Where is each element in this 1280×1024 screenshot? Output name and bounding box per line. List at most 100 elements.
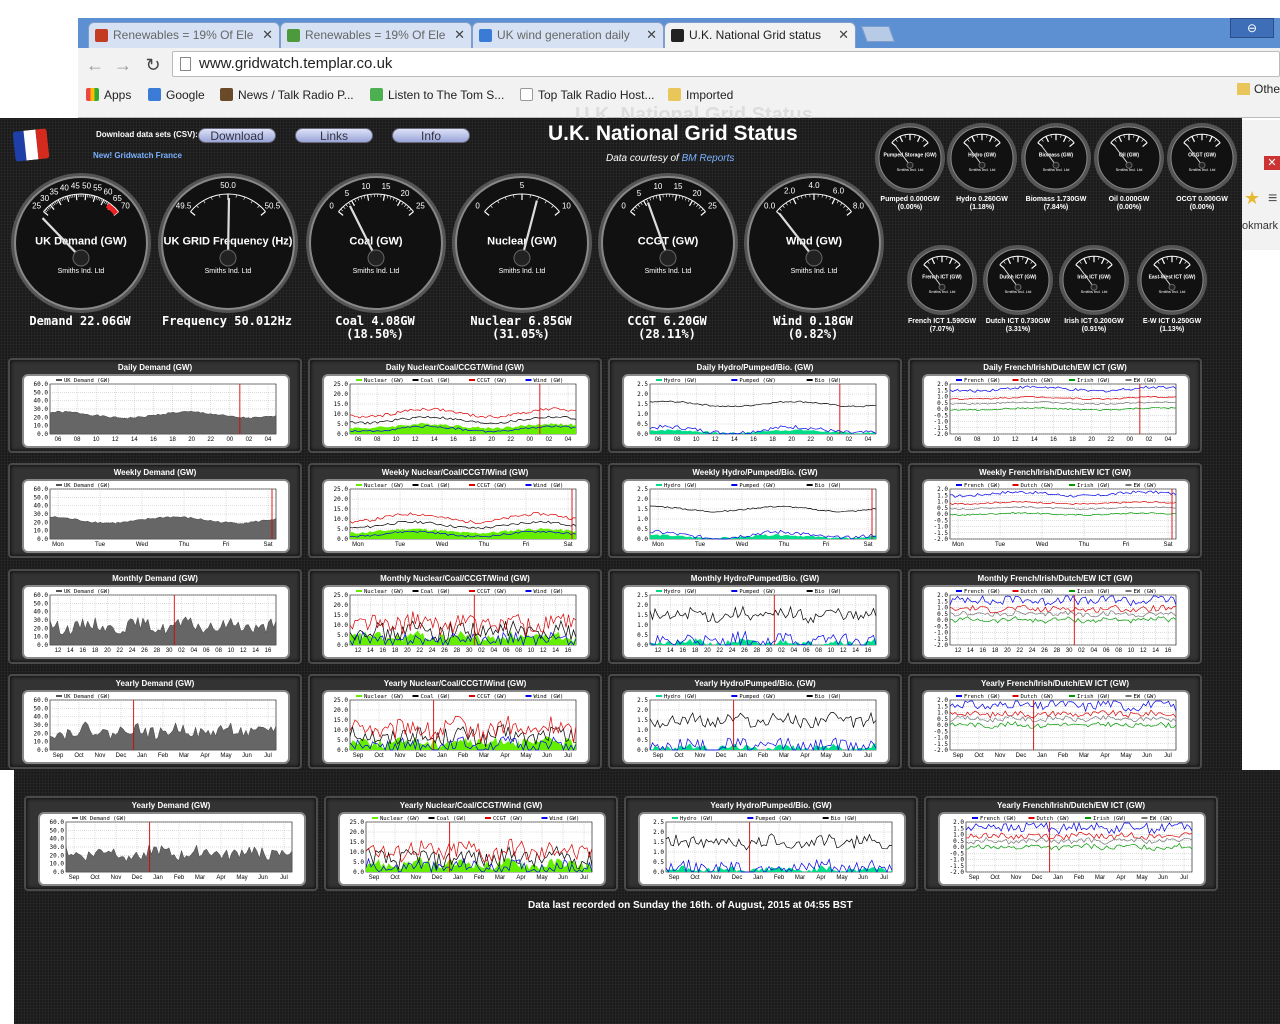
bookmark-google[interactable]: Google <box>148 88 205 102</box>
legend-label: UK Demand (GW) <box>64 378 110 384</box>
menu-icon[interactable]: ≡ <box>1268 190 1277 208</box>
legend-label: Dutch (GW) <box>1021 694 1054 700</box>
gauge-tick-label: 55 <box>93 183 102 192</box>
y-tick-label: -2.0 <box>934 536 949 543</box>
gauge-dial: Biomass (GW)Smiths Ind. Ltd <box>1021 123 1091 193</box>
x-tick-label: Tue <box>995 542 1006 548</box>
bm-reports-link[interactable]: BM Reports <box>682 153 735 164</box>
bookmark-apps[interactable]: Apps <box>86 88 131 102</box>
y-tick-label: 5.0 <box>337 632 348 639</box>
x-tick-label: Jul <box>280 875 288 881</box>
back-icon[interactable]: ← <box>84 54 106 76</box>
info-button[interactable]: Info <box>392 128 470 143</box>
x-tick-label: 16 <box>865 648 872 654</box>
legend-swatch <box>1069 695 1075 697</box>
links-button[interactable]: Links <box>295 128 373 143</box>
tab-close-icon[interactable]: ✕ <box>646 27 657 43</box>
x-tick-label: Sep <box>353 753 364 759</box>
gauge-dial: 49.550.050.5UK GRID Frequency (Hz)Smiths… <box>158 173 298 313</box>
x-tick-label: Jul <box>564 753 572 759</box>
legend-label: EW (GW) <box>1134 483 1157 489</box>
chart-svg: 2.01.51.00.50.0-0.5-1.0-1.5-2.0Mon Tue Wed… <box>934 483 1177 548</box>
address-bar[interactable]: www.gridwatch.templar.co.uk <box>172 51 1280 77</box>
y-tick-label: 0.0 <box>653 869 664 876</box>
star-icon[interactable]: ★ <box>1244 188 1260 209</box>
y-tick-label: 1.5 <box>653 839 664 846</box>
bookmark-other[interactable]: Othe <box>1237 82 1280 96</box>
x-tick-label: Dec <box>1016 753 1027 759</box>
ghost-page-title: U.K. National Grid Status <box>575 104 813 118</box>
x-tick-label: 20 <box>1004 648 1011 654</box>
bookmark-folder-imported[interactable]: Imported <box>668 88 733 102</box>
tab-close-icon[interactable]: ✕ <box>454 27 465 43</box>
y-tick-label: 1.5 <box>637 506 648 513</box>
x-tick-label: 18 <box>469 437 476 443</box>
last-recorded-text: Data last recorded on Sunday the 16th. o… <box>528 900 853 911</box>
tab-renewables-1[interactable]: Renewables = 19% Of Ele ✕ <box>88 22 280 48</box>
france-flag-icon[interactable] <box>12 128 50 162</box>
x-tick-label: Thu <box>179 542 189 548</box>
legend-label: CCGT (GW) <box>493 816 523 822</box>
chart-panel-monthly-0: Monthly Demand (GW) 60.0 50.0 40.0 30.0 20.0 1… <box>8 569 302 664</box>
x-tick-label: 16 <box>379 648 386 654</box>
france-link[interactable]: New! Gridwatch France <box>93 151 182 160</box>
y-tick-label: 0.0 <box>337 747 348 754</box>
gauge-tick-label: 70 <box>121 202 130 211</box>
legend-label: Hydro (GW) <box>664 483 697 489</box>
x-tick-label: Sep <box>969 875 980 881</box>
tab-uk-wind[interactable]: UK wind generation daily ✕ <box>472 22 664 48</box>
legend-swatch <box>956 590 962 592</box>
x-tick-label: 26 <box>1041 648 1048 654</box>
y-tick-label: 20.0 <box>334 707 349 714</box>
legend-swatch <box>469 484 475 486</box>
x-tick-label: Dec <box>116 753 127 759</box>
x-tick-label: Jun <box>842 753 852 759</box>
y-tick-label: 10.0 <box>34 739 49 746</box>
chart-svg: 2.01.51.00.50.0-0.5-1.0-1.5-2.0Sep Oct Nov… <box>950 816 1193 881</box>
x-tick-label: Fri <box>1123 542 1130 548</box>
tab-favicon-icon <box>479 29 492 42</box>
tab-national-grid[interactable]: U.K. National Grid status ✕ <box>664 22 856 49</box>
gauge-pivot <box>1168 283 1176 291</box>
gauge-caption: CCGT 6.20GW (28.11%) <box>627 314 707 341</box>
legend-label: French (GW) <box>964 694 1000 700</box>
gridwatch-page: Download data sets (CSV): New! Gridwatch… <box>0 118 1242 770</box>
page-icon <box>520 88 533 101</box>
chart-panel-title: Monthly Demand (GW) <box>112 574 198 583</box>
bookmark-label: Top Talk Radio Host... <box>538 88 655 102</box>
tab-renewables-2[interactable]: Renewables = 19% Of Ele ✕ <box>280 22 472 48</box>
tab-close-icon[interactable]: ✕ <box>262 27 273 43</box>
bookmark-top-talk-radio[interactable]: Top Talk Radio Host... <box>520 88 655 102</box>
x-tick-label: Fri <box>823 542 830 548</box>
y-tick-label: 40.0 <box>34 714 49 721</box>
bookmark-news-talk-radio[interactable]: News / Talk Radio P... <box>220 88 354 102</box>
legend-swatch <box>72 817 78 819</box>
y-tick-label: 30.0 <box>34 511 49 518</box>
y-tick-label: 10.0 <box>334 411 349 418</box>
y-tick-label: 2.5 <box>637 486 648 493</box>
download-button[interactable]: Download <box>198 128 276 143</box>
user-icon[interactable]: ⊖ <box>1230 18 1274 38</box>
tab-close-icon[interactable]: ✕ <box>838 27 849 43</box>
x-tick-label: Thu <box>1079 542 1089 548</box>
page-icon <box>180 57 191 71</box>
chart-panel-yearly-1: Yearly Nuclear/Coal/CCGT/Wind (GW) 25.0 20… <box>324 796 618 891</box>
new-tab-button[interactable] <box>861 26 895 42</box>
x-tick-label: Jan <box>1037 753 1047 759</box>
bookmark-tom-s[interactable]: Listen to The Tom S... <box>370 88 504 102</box>
gauge-pivot <box>72 249 90 267</box>
x-tick-label: Jan <box>437 753 447 759</box>
forward-icon[interactable]: → <box>112 54 134 76</box>
chart-panel-title: Daily Demand (GW) <box>117 363 193 372</box>
legend-label: Pumped (GW) <box>739 589 775 595</box>
close-icon[interactable]: ✕ <box>1264 156 1280 170</box>
y-tick-label: 20.0 <box>34 414 49 421</box>
gauge-tick-label: 20 <box>401 189 410 198</box>
x-tick-label: 16 <box>679 648 686 654</box>
gauge-tick-label: 45 <box>71 181 80 190</box>
y-tick-label: 1.0 <box>637 516 648 523</box>
x-tick-label: 14 <box>67 648 74 654</box>
reload-icon[interactable]: ↻ <box>142 54 164 76</box>
y-tick-label: 2.5 <box>637 697 648 704</box>
chart-panel-title: Yearly Hydro/Pumped/Bio. (GW) <box>710 801 832 810</box>
